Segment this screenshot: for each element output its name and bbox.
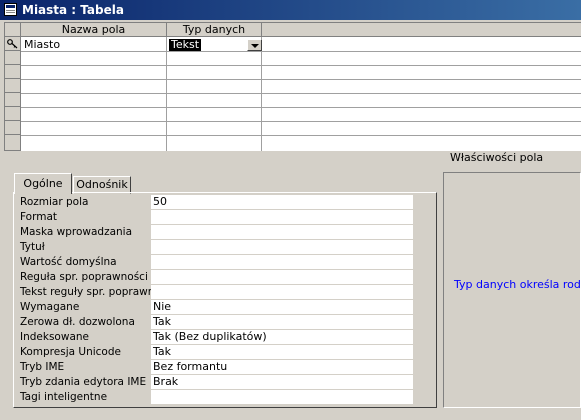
- grid-corner: [5, 23, 21, 37]
- row-selector[interactable]: [5, 51, 21, 65]
- property-label: Tekst reguły spr. poprawr: [20, 286, 153, 298]
- column-header-description: [262, 23, 581, 37]
- property-label: Wartość domyślna: [20, 256, 117, 268]
- property-value[interactable]: Tak: [151, 315, 413, 329]
- properties-panel: Rozmiar pola 50 Format Maska wprowadzani…: [13, 192, 437, 408]
- tab-general[interactable]: Ogólne: [14, 173, 72, 194]
- property-value[interactable]: [151, 270, 413, 284]
- properties-section-title: Właściwości pola: [450, 151, 544, 164]
- property-label: Indeksowane: [20, 331, 89, 343]
- column-header-data-type: Typ danych: [167, 23, 262, 37]
- property-value[interactable]: Brak: [151, 375, 413, 389]
- property-label: Wymagane: [20, 301, 80, 313]
- row-selector[interactable]: [5, 79, 21, 93]
- property-label: Rozmiar pola: [20, 196, 89, 208]
- data-type-combo[interactable]: Tekst: [169, 39, 262, 51]
- column-header-field-name: Nazwa pola: [21, 23, 167, 37]
- property-label: Tagi inteligentne: [20, 391, 108, 403]
- table-design-grid[interactable]: Nazwa pola Typ danych Miasto Tekst: [4, 22, 581, 151]
- property-value[interactable]: [151, 225, 413, 239]
- property-value[interactable]: 50: [151, 195, 413, 209]
- property-value[interactable]: Tak (Bez duplikatów): [151, 330, 413, 344]
- property-label: Zerowa dł. dozwolona: [20, 316, 135, 328]
- help-pane: Typ danych określa rodzaj: [443, 172, 581, 408]
- help-text: Typ danych określa rodzaj: [454, 278, 581, 291]
- property-label: Reguła spr. poprawności: [20, 271, 148, 283]
- property-label: Tryb IME: [20, 361, 65, 373]
- row-selector[interactable]: [5, 135, 21, 151]
- property-value[interactable]: [151, 285, 413, 299]
- property-label: Format: [20, 211, 58, 223]
- dropdown-arrow-icon[interactable]: [247, 39, 262, 51]
- property-label: Kompresja Unicode: [20, 346, 121, 358]
- row-selector[interactable]: [5, 93, 21, 107]
- property-value[interactable]: [151, 210, 413, 224]
- data-type-value[interactable]: Tekst: [169, 39, 202, 51]
- property-value[interactable]: [151, 255, 413, 269]
- field-name-cell[interactable]: Miasto: [24, 38, 60, 51]
- row-selector[interactable]: [5, 107, 21, 121]
- row-selector[interactable]: [5, 37, 21, 51]
- window-title: Miasta : Tabela: [22, 3, 124, 17]
- property-value[interactable]: Nie: [151, 300, 413, 314]
- table-icon: [4, 3, 17, 16]
- row-selector[interactable]: [5, 121, 21, 135]
- title-bar[interactable]: Miasta : Tabela: [0, 0, 581, 20]
- property-label: Maska wprowadzania: [20, 226, 133, 238]
- row-selector[interactable]: [5, 65, 21, 79]
- property-label: Tryb zdania edytora IME: [20, 376, 147, 388]
- property-label: Tytuł: [20, 241, 45, 253]
- property-value[interactable]: [151, 240, 413, 254]
- property-value[interactable]: Bez formantu: [151, 360, 413, 374]
- property-value[interactable]: [151, 390, 413, 404]
- primary-key-icon: [7, 39, 18, 49]
- property-value[interactable]: Tak: [151, 345, 413, 359]
